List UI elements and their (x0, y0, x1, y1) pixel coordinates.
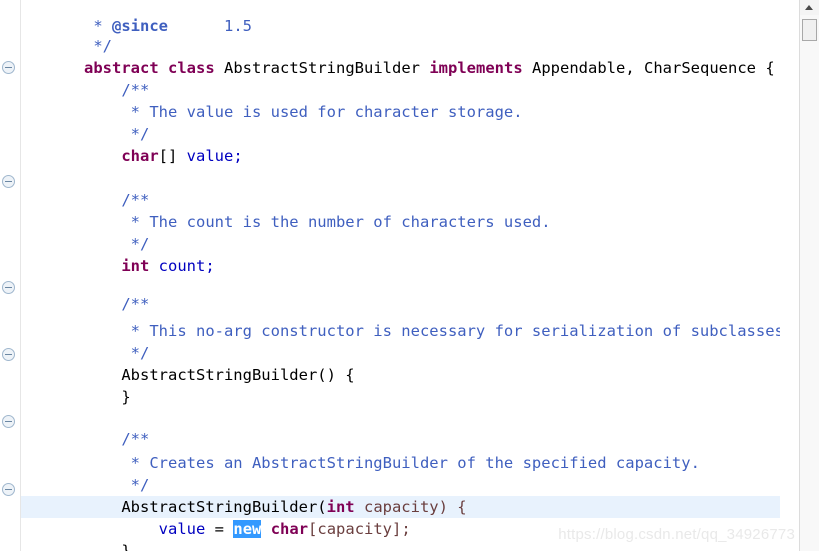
code-line-ctor-noarg-close[interactable]: } (20, 364, 130, 406)
code-line-javadoc-value[interactable]: * The value is used for character storag… (20, 79, 523, 121)
assignment-operator: = (214, 520, 225, 538)
field-value: value; (186, 147, 243, 165)
code-line-assign-value[interactable]: value = new char[capacity]; (20, 496, 411, 538)
brace-open: { (765, 59, 775, 77)
interface-charsequence: CharSequence (644, 59, 756, 77)
interface-appendable: Appendable, (532, 59, 635, 77)
code-line-class-decl[interactable]: abstract class AbstractStringBuilder imp… (20, 35, 775, 77)
scroll-up-arrow-icon[interactable] (800, 0, 819, 15)
code-line-javadoc-close-2[interactable]: */ (20, 101, 150, 143)
keyword-char: char (270, 520, 309, 538)
comment-text: * The value is used for character storag… (84, 103, 523, 121)
fold-gutter[interactable] (0, 0, 21, 551)
code-line-javadoc-close-3[interactable]: */ (20, 211, 150, 253)
comment-gap (168, 17, 224, 35)
code-text-area[interactable]: * @since 1.5 */ abstract class AbstractS… (20, 0, 780, 551)
code-line-ctor-capacity-close[interactable]: } (20, 518, 130, 551)
comment-text: * The count is the number of characters … (84, 213, 551, 231)
vertical-scrollbar[interactable] (799, 0, 819, 551)
code-line-javadoc-open-3[interactable]: /** (20, 167, 149, 209)
code-line-field-value[interactable]: char[] value; (20, 123, 242, 165)
fold-marker-class-body[interactable] (2, 61, 15, 74)
fold-marker-constructor-noarg[interactable] (2, 415, 15, 428)
watermark-url: https://blog.csdn.net/qq_34926773 (558, 526, 795, 543)
field-count: count; (158, 257, 215, 275)
comment-text: * This no-arg constructor is necessary f… (84, 322, 780, 340)
code-line-ctor-noarg[interactable]: AbstractStringBuilder() { (20, 342, 354, 384)
brace-close: } (121, 388, 131, 406)
keyword-char: char (121, 147, 159, 165)
type-name-abstractstringbuilder: AbstractStringBuilder (224, 59, 420, 77)
scrollbar-track[interactable] (800, 15, 819, 551)
code-line-javadoc-capacity[interactable]: * Creates an AbstractStringBuilder of th… (20, 430, 700, 472)
keyword-implements: implements (429, 59, 523, 77)
code-editor[interactable]: * @since 1.5 */ abstract class AbstractS… (0, 0, 819, 551)
code-line-javadoc-count[interactable]: * The count is the number of characters … (20, 189, 551, 231)
fold-marker-javadoc-count[interactable] (2, 281, 15, 294)
keyword-class: class (168, 59, 215, 77)
fold-marker-javadoc-value[interactable] (2, 175, 15, 188)
code-line-javadoc-open-2[interactable]: /** (20, 57, 149, 99)
code-line-javadoc-noarg[interactable]: * This no-arg constructor is necessary f… (20, 298, 780, 340)
fold-marker-constructor-capacity[interactable] (2, 483, 15, 496)
scrollbar-thumb[interactable] (802, 19, 817, 41)
code-line-javadoc-close-1[interactable]: */ (20, 13, 112, 55)
comment-text: * Creates an AbstractStringBuilder of th… (84, 454, 700, 472)
javadoc-since-value: 1.5 (224, 17, 252, 35)
identifier-value: value (158, 520, 206, 538)
fold-marker-javadoc-noarg[interactable] (2, 348, 15, 361)
code-line-javadoc-close-4[interactable]: */ (20, 320, 150, 362)
selected-keyword-new[interactable]: new (233, 520, 262, 538)
code-line-field-count[interactable]: int count; (20, 233, 214, 275)
code-line-javadoc-open-4[interactable]: /** (20, 271, 149, 313)
array-index-capacity: [capacity]; (308, 520, 411, 538)
array-brackets: [] (158, 147, 178, 165)
code-line-ctor-capacity[interactable]: AbstractStringBuilder(int capacity) { (20, 474, 466, 516)
javadoc-tag-since: @since (112, 17, 168, 35)
brace-close: } (121, 542, 131, 551)
constructor-noarg-signature: AbstractStringBuilder() { (121, 366, 355, 384)
code-line-javadoc-close-5[interactable]: */ (20, 452, 150, 494)
code-line-javadoc-open-5[interactable]: /** (20, 406, 149, 448)
